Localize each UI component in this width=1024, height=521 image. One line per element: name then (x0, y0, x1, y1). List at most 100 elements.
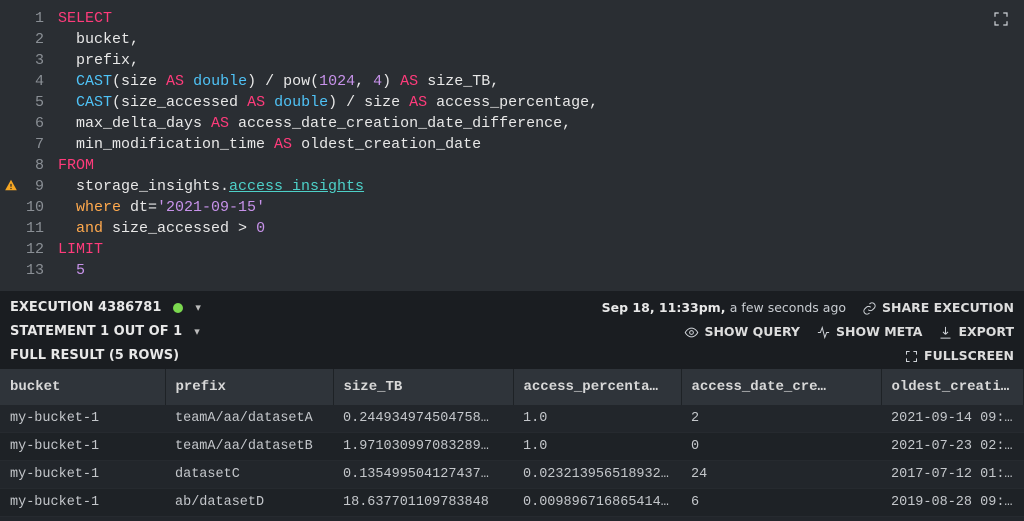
table-cell: 18.637701109783848 (333, 489, 513, 517)
line-number: 9 (0, 176, 58, 197)
code-line[interactable]: 1SELECT (0, 8, 1024, 29)
line-number: 8 (0, 155, 58, 176)
column-header[interactable]: oldest_creation… (881, 369, 1024, 405)
code-line[interactable]: 12LIMIT (0, 239, 1024, 260)
expand-icon[interactable] (992, 10, 1010, 28)
statement-indicator[interactable]: STATEMENT 1 OUT OF 1 (10, 321, 182, 343)
code-line[interactable]: 3 prefix, (0, 50, 1024, 71)
table-cell: 2017-07-12 01:25:… (881, 461, 1024, 489)
warning-icon (4, 178, 18, 192)
table-cell: teamA/aa/datasetB (165, 433, 333, 461)
code-content[interactable]: prefix, (58, 50, 1024, 71)
table-cell: 1.0 (513, 433, 681, 461)
table-cell: 2018-05-18 19:49:… (881, 517, 1024, 521)
table-cell: 1.0 (513, 405, 681, 433)
execution-timestamp: Sep 18, 11:33pm, a few seconds ago (602, 297, 846, 319)
activity-icon (816, 325, 831, 340)
code-content[interactable]: storage_insights.access_insights (58, 176, 1024, 197)
code-line[interactable]: 8FROM (0, 155, 1024, 176)
chevron-down-icon[interactable]: ▾ (194, 321, 200, 343)
table-cell: 2021-07-23 02:37:… (881, 433, 1024, 461)
code-content[interactable]: and size_accessed > 0 (58, 218, 1024, 239)
column-header[interactable]: access_percenta… (513, 369, 681, 405)
download-icon (938, 325, 953, 340)
code-line[interactable]: 5 CAST(size_accessed AS double) / size A… (0, 92, 1024, 113)
line-number: 13 (0, 260, 58, 281)
table-cell: 0.000526804040418… (333, 517, 513, 521)
table-row[interactable]: my-bucket-1datasetC0.135499504127437…0.0… (0, 461, 1024, 489)
fullscreen-icon (904, 349, 919, 364)
table-row[interactable]: my-bucket-1teamA/aa/datasetB1.9710309970… (0, 433, 1024, 461)
code-line[interactable]: 7 min_modification_time AS oldest_creati… (0, 134, 1024, 155)
table-cell: 2019-08-28 09:46:… (881, 489, 1024, 517)
link-icon (862, 301, 877, 316)
results-table: bucketprefixsize_TBaccess_percenta…acces… (0, 369, 1024, 521)
code-content[interactable]: CAST(size_accessed AS double) / size AS … (58, 92, 1024, 113)
table-cell: my-bucket-1 (0, 405, 165, 433)
code-content[interactable]: where dt='2021-09-15' (58, 197, 1024, 218)
show-query-button[interactable]: SHOW QUERY (684, 321, 800, 343)
code-line[interactable]: 4 CAST(size AS double) / pow(1024, 4) AS… (0, 71, 1024, 92)
code-content[interactable]: FROM (58, 155, 1024, 176)
code-line[interactable]: 11 and size_accessed > 0 (0, 218, 1024, 239)
code-content[interactable]: 5 (58, 260, 1024, 281)
export-button[interactable]: EXPORT (938, 321, 1014, 343)
table-cell: my-bucket-1 (0, 433, 165, 461)
execution-status-bar: EXECUTION 4386781 ▾ Sep 18, 11:33pm, a f… (0, 291, 1024, 369)
table-cell: 2 (681, 405, 881, 433)
table-cell: 0.244934974504758… (333, 405, 513, 433)
column-header[interactable]: bucket (0, 369, 165, 405)
code-line[interactable]: 9 storage_insights.access_insights (0, 176, 1024, 197)
line-number: 1 (0, 8, 58, 29)
chevron-down-icon[interactable]: ▾ (195, 297, 201, 319)
table-row[interactable]: my-bucket-1bc/datasetE0.000526804040418…… (0, 517, 1024, 521)
column-header[interactable]: size_TB (333, 369, 513, 405)
execution-id[interactable]: EXECUTION 4386781 (10, 297, 161, 319)
table-cell: teamA/aa/datasetA (165, 405, 333, 433)
share-execution-button[interactable]: SHARE EXECUTION (862, 297, 1014, 319)
code-line[interactable]: 2 bucket, (0, 29, 1024, 50)
table-cell: 0.135499504127437… (333, 461, 513, 489)
table-cell: 0.009896716865414… (513, 489, 681, 517)
line-number: 10 (0, 197, 58, 218)
table-cell: my-bucket-1 (0, 517, 165, 521)
column-header[interactable]: prefix (165, 369, 333, 405)
line-number: 3 (0, 50, 58, 71)
table-cell: 0.002529211475108… (513, 517, 681, 521)
line-number: 2 (0, 29, 58, 50)
code-content[interactable]: bucket, (58, 29, 1024, 50)
eye-icon (684, 325, 699, 340)
column-header[interactable]: access_date_cre… (681, 369, 881, 405)
table-cell: datasetC (165, 461, 333, 489)
table-cell: 0.023213956518932… (513, 461, 681, 489)
table-row[interactable]: my-bucket-1teamA/aa/datasetA0.2449349745… (0, 405, 1024, 433)
line-number: 7 (0, 134, 58, 155)
line-number: 12 (0, 239, 58, 260)
status-dot-icon (173, 303, 183, 313)
sql-editor[interactable]: 1SELECT2 bucket,3 prefix,4 CAST(size AS … (0, 0, 1024, 291)
code-content[interactable]: min_modification_time AS oldest_creation… (58, 134, 1024, 155)
table-cell: bc/datasetE (165, 517, 333, 521)
line-number: 6 (0, 113, 58, 134)
show-meta-button[interactable]: SHOW META (816, 321, 922, 343)
table-cell: 6 (681, 489, 881, 517)
code-line[interactable]: 6 max_delta_days AS access_date_creation… (0, 113, 1024, 134)
code-content[interactable]: max_delta_days AS access_date_creation_d… (58, 113, 1024, 134)
result-count: FULL RESULT (5 ROWS) (10, 345, 179, 367)
table-cell: 0 (681, 433, 881, 461)
table-row[interactable]: my-bucket-1ab/datasetD18.637701109783848… (0, 489, 1024, 517)
code-line[interactable]: 13 5 (0, 260, 1024, 281)
code-content[interactable]: SELECT (58, 8, 1024, 29)
table-cell: 2021-09-14 09:15:… (881, 405, 1024, 433)
line-number: 4 (0, 71, 58, 92)
table-cell: my-bucket-1 (0, 489, 165, 517)
table-cell: 1 (681, 517, 881, 521)
fullscreen-button[interactable]: FULLSCREEN (904, 345, 1014, 367)
code-content[interactable]: CAST(size AS double) / pow(1024, 4) AS s… (58, 71, 1024, 92)
table-cell: 24 (681, 461, 881, 489)
line-number: 11 (0, 218, 58, 239)
table-cell: 1.971030997083289… (333, 433, 513, 461)
line-number: 5 (0, 92, 58, 113)
code-content[interactable]: LIMIT (58, 239, 1024, 260)
code-line[interactable]: 10 where dt='2021-09-15' (0, 197, 1024, 218)
